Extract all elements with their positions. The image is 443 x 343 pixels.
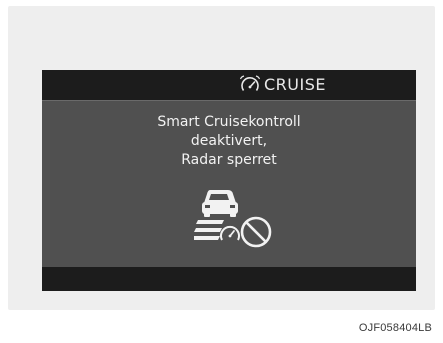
cruise-label: CRUISE bbox=[264, 75, 326, 94]
warning-message: Smart Cruisekontroll deaktivert, Radar s… bbox=[42, 113, 416, 170]
message-line-2: deaktivert, bbox=[190, 133, 268, 149]
figure-frame: CRUISE Smart Cruisekontroll deaktivert, … bbox=[8, 6, 435, 310]
display-header-bar: CRUISE bbox=[42, 70, 416, 101]
smart-cruise-speedometer-icon bbox=[239, 75, 261, 95]
display-footer-bar bbox=[42, 267, 416, 291]
figure-caption: OJF058404LB bbox=[358, 322, 432, 334]
message-line-1: Smart Cruisekontroll bbox=[157, 114, 301, 130]
cruise-indicator: CRUISE bbox=[239, 73, 326, 97]
message-line-3: Radar sperret bbox=[181, 152, 277, 168]
radar-blocked-car-icon bbox=[194, 186, 294, 250]
cluster-display: CRUISE Smart Cruisekontroll deaktivert, … bbox=[42, 70, 416, 291]
